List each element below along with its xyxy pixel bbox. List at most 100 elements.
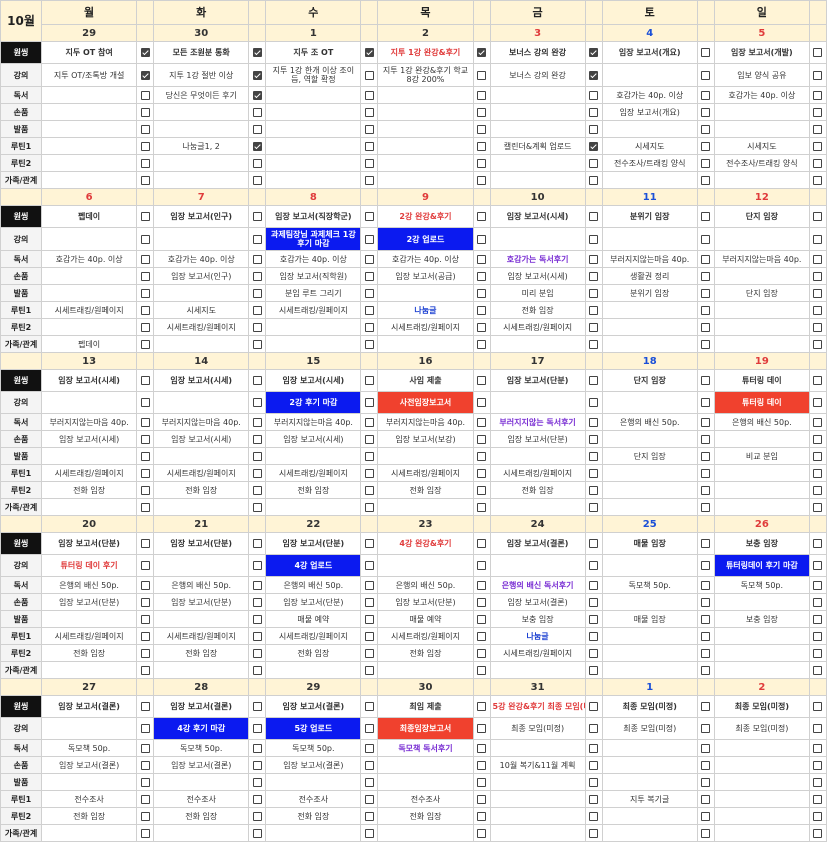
task-cell[interactable]: 모든 조원분 통화 [153, 41, 250, 64]
checkbox-icon[interactable] [140, 322, 150, 332]
task-checkbox-cell[interactable] [472, 695, 491, 718]
checkbox-icon[interactable] [589, 271, 599, 281]
task-cell[interactable]: 임보 양식 공유 [713, 63, 810, 87]
task-checkbox-cell[interactable] [808, 447, 827, 465]
checkbox-icon[interactable] [589, 376, 599, 385]
task-checkbox-cell[interactable] [584, 63, 603, 87]
checkbox-icon[interactable] [140, 777, 150, 787]
checkbox-icon[interactable] [364, 212, 374, 221]
task-checkbox-cell[interactable] [808, 267, 827, 285]
task-checkbox-cell[interactable] [136, 41, 155, 64]
checkbox-icon[interactable] [589, 631, 599, 641]
task-checkbox-cell[interactable] [584, 250, 603, 268]
task-checkbox-cell[interactable] [584, 739, 603, 757]
checkbox-icon[interactable] [813, 665, 823, 675]
task-checkbox-cell[interactable] [584, 661, 603, 679]
checkbox-icon[interactable] [589, 288, 599, 298]
checkbox-icon[interactable] [477, 597, 487, 607]
task-cell[interactable] [153, 773, 250, 791]
task-cell[interactable]: 4강 완강&후기 [377, 532, 474, 555]
task-cell[interactable] [265, 661, 362, 679]
task-checkbox-cell[interactable] [136, 717, 155, 740]
task-cell[interactable]: 2강 업로드 [377, 227, 474, 251]
task-checkbox-cell[interactable] [136, 824, 155, 842]
task-checkbox-cell[interactable] [136, 137, 155, 155]
checkbox-icon[interactable] [252, 288, 262, 298]
task-checkbox-cell[interactable] [472, 661, 491, 679]
task-checkbox-cell[interactable] [360, 227, 379, 251]
task-checkbox-cell[interactable] [472, 627, 491, 645]
task-cell[interactable] [41, 267, 138, 285]
task-checkbox-cell[interactable] [360, 807, 379, 825]
checkbox-icon[interactable] [252, 417, 262, 427]
task-cell[interactable]: 보너스 강의 완강 [489, 41, 586, 64]
task-cell[interactable]: 최종 모임(미정) [489, 717, 586, 740]
task-checkbox-cell[interactable] [584, 790, 603, 808]
task-cell[interactable]: 보너스 강의 완강 [489, 63, 586, 87]
task-cell[interactable] [489, 171, 586, 189]
task-checkbox-cell[interactable] [472, 369, 491, 392]
task-cell[interactable]: 시세트래킹/원페이지 [377, 318, 474, 336]
checkbox-icon[interactable] [477, 376, 487, 385]
task-cell[interactable]: 호감가는 40p. 이상 [153, 250, 250, 268]
task-cell[interactable]: 호감가는 40p. 이상 [377, 250, 474, 268]
task-checkbox-cell[interactable] [248, 481, 267, 499]
task-checkbox-cell[interactable] [808, 301, 827, 319]
checkbox-icon[interactable] [701, 760, 711, 770]
task-checkbox-cell[interactable] [472, 739, 491, 757]
task-checkbox-cell[interactable] [360, 154, 379, 172]
task-cell[interactable] [377, 756, 474, 774]
task-checkbox-cell[interactable] [136, 464, 155, 482]
task-cell[interactable] [489, 335, 586, 353]
task-cell[interactable]: 임장 보고서(결론) [265, 756, 362, 774]
task-cell[interactable]: 임장 보고서(시세) [41, 369, 138, 392]
task-checkbox-cell[interactable] [136, 739, 155, 757]
task-cell[interactable] [489, 154, 586, 172]
task-cell[interactable]: 매물 임장 [601, 610, 698, 628]
task-cell[interactable]: 펩데이 [41, 205, 138, 228]
task-checkbox-cell[interactable] [360, 430, 379, 448]
task-cell[interactable] [265, 171, 362, 189]
task-checkbox-cell[interactable] [472, 120, 491, 138]
checkbox-icon[interactable] [477, 417, 487, 427]
task-checkbox-cell[interactable] [808, 120, 827, 138]
task-cell[interactable]: 매물 예약 [265, 610, 362, 628]
task-checkbox-cell[interactable] [696, 137, 715, 155]
checkbox-icon[interactable] [140, 580, 150, 590]
checkbox-icon[interactable] [589, 451, 599, 461]
task-checkbox-cell[interactable] [248, 171, 267, 189]
checkbox-icon[interactable] [140, 702, 150, 711]
task-checkbox-cell[interactable] [808, 41, 827, 64]
task-checkbox-cell[interactable] [248, 413, 267, 431]
checkbox-icon[interactable] [589, 339, 599, 349]
checkbox-icon[interactable] [140, 48, 150, 57]
checkbox-icon[interactable] [364, 417, 374, 427]
checkbox-icon[interactable] [813, 141, 823, 151]
task-checkbox-cell[interactable] [584, 318, 603, 336]
task-cell[interactable]: 시세트래킹/원페이지 [153, 318, 250, 336]
task-checkbox-cell[interactable] [248, 301, 267, 319]
task-cell[interactable]: 시세트래킹/원페이지 [41, 627, 138, 645]
task-cell[interactable] [265, 86, 362, 104]
checkbox-icon[interactable] [140, 631, 150, 641]
checkbox-icon[interactable] [477, 614, 487, 624]
task-checkbox-cell[interactable] [248, 824, 267, 842]
task-checkbox-cell[interactable] [696, 498, 715, 516]
checkbox-icon[interactable] [140, 339, 150, 349]
task-checkbox-cell[interactable] [136, 790, 155, 808]
checkbox-icon[interactable] [813, 539, 823, 548]
task-cell[interactable]: 독모책 독서후기 [377, 739, 474, 757]
task-checkbox-cell[interactable] [248, 205, 267, 228]
task-cell[interactable]: 임장 보고서(인구) [153, 267, 250, 285]
task-cell[interactable] [41, 717, 138, 740]
task-checkbox-cell[interactable] [696, 593, 715, 611]
checkbox-icon[interactable] [477, 665, 487, 675]
checkbox-icon[interactable] [140, 468, 150, 478]
checkbox-icon[interactable] [477, 777, 487, 787]
task-cell[interactable]: 시세트래킹/원페이지 [153, 464, 250, 482]
task-cell[interactable]: 나눔글 [377, 301, 474, 319]
task-cell[interactable] [377, 120, 474, 138]
task-cell[interactable] [41, 610, 138, 628]
task-cell[interactable] [377, 171, 474, 189]
task-cell[interactable]: 캘린더&계획 업로드 [489, 137, 586, 155]
